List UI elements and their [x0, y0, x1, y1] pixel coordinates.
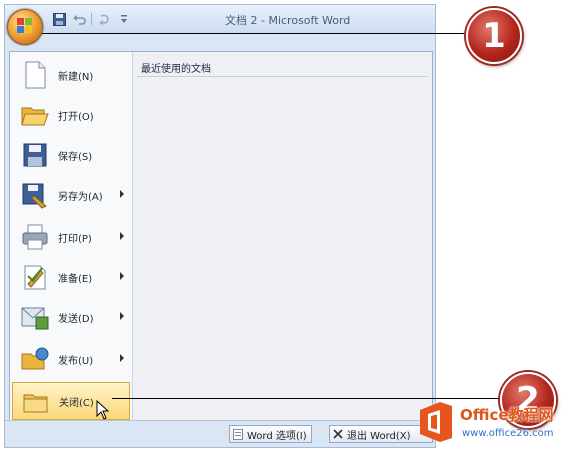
- menu-open-label: 打开(O): [58, 111, 94, 123]
- customize-icon[interactable]: [116, 12, 132, 26]
- command-list: 新建(N) 打开(O) 保存(S) 另存为(A) 打印(P) 准备(E) 发送(…: [10, 52, 133, 422]
- menu-new[interactable]: 新建(N): [12, 56, 130, 94]
- options-icon: [233, 428, 243, 440]
- undo-icon[interactable]: [71, 12, 87, 26]
- office-brand-logo-icon: [420, 402, 452, 442]
- menu-send-label: 发送(D): [58, 313, 94, 325]
- printer-icon: [20, 222, 50, 252]
- menu-new-label: 新建(N): [58, 71, 94, 83]
- watermark: Office教程网 www.office26.com: [416, 398, 572, 450]
- menu-save-label: 保存(S): [58, 151, 93, 163]
- word-options-label: Word 选项(I): [247, 430, 307, 442]
- title-bar: | 文档 2 - Microsoft Word: [5, 5, 435, 34]
- new-document-icon: [20, 60, 50, 90]
- menu-publish-label: 发布(U): [58, 355, 94, 367]
- submenu-arrow-icon: [120, 232, 124, 240]
- submenu-arrow-icon: [120, 190, 124, 198]
- office-button[interactable]: [7, 9, 43, 45]
- save-as-icon: [20, 180, 50, 210]
- office-logo-icon: [17, 18, 33, 34]
- menu-prepare[interactable]: 准备(E): [12, 258, 130, 296]
- exit-word-label: 退出 Word(X): [347, 430, 411, 442]
- redo-icon[interactable]: [96, 12, 112, 26]
- recent-documents-title: 最近使用的文档: [141, 64, 211, 75]
- submenu-arrow-icon: [120, 272, 124, 280]
- close-folder-icon: [21, 386, 51, 416]
- word-options-button[interactable]: Word 选项(I): [229, 425, 312, 443]
- divider: [137, 76, 428, 77]
- menu-save-as[interactable]: 另存为(A): [12, 176, 130, 214]
- save-disk-icon: [20, 140, 50, 170]
- menu-prepare-label: 准备(E): [58, 273, 93, 285]
- callout-line-1: [38, 33, 474, 34]
- toolbar-separator: |: [91, 13, 92, 25]
- publish-icon: [20, 344, 50, 374]
- word-window: | 文档 2 - Microsoft Word 新建(N): [4, 4, 436, 448]
- office-menu: 新建(N) 打开(O) 保存(S) 另存为(A) 打印(P) 准备(E) 发送(…: [9, 51, 433, 423]
- submenu-arrow-icon: [120, 354, 124, 362]
- send-icon: [20, 302, 50, 332]
- save-icon[interactable]: [51, 12, 67, 26]
- callout-1-number: 1: [482, 16, 506, 56]
- menu-footer: Word 选项(I) 退出 Word(X): [5, 420, 435, 447]
- callout-1: 1: [466, 8, 522, 64]
- menu-close-label: 关闭(C): [59, 397, 94, 409]
- close-icon: [333, 428, 343, 440]
- watermark-url: www.office26.com: [462, 428, 554, 439]
- window-title: 文档 2 - Microsoft Word: [225, 14, 351, 27]
- submenu-arrow-icon: [120, 312, 124, 320]
- menu-print[interactable]: 打印(P): [12, 218, 130, 256]
- menu-save-as-label: 另存为(A): [58, 191, 103, 203]
- quick-access-toolbar: |: [51, 11, 132, 27]
- watermark-brand: Office教程网: [460, 406, 554, 424]
- menu-open[interactable]: 打开(O): [12, 96, 130, 134]
- menu-close[interactable]: 关闭(C): [12, 382, 130, 420]
- mouse-cursor-icon: [96, 400, 110, 420]
- menu-save[interactable]: 保存(S): [12, 136, 130, 174]
- menu-publish[interactable]: 发布(U): [12, 340, 130, 378]
- recent-documents-panel: 最近使用的文档: [133, 52, 432, 422]
- menu-send[interactable]: 发送(D): [12, 298, 130, 336]
- open-folder-icon: [20, 100, 50, 130]
- prepare-icon: [20, 262, 50, 292]
- menu-print-label: 打印(P): [58, 233, 92, 245]
